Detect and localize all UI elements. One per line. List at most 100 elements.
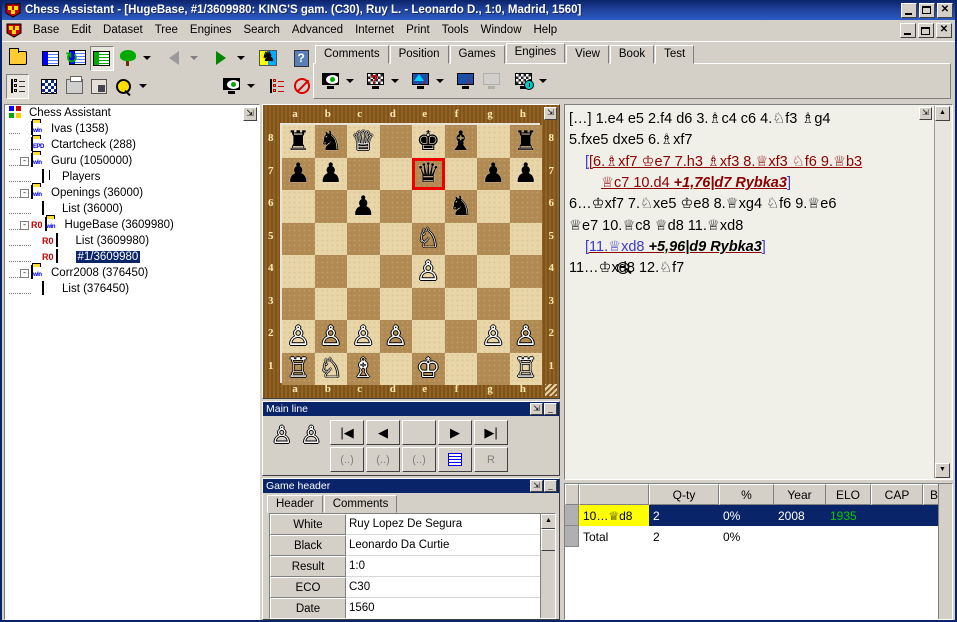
board-square-b7[interactable]: ♟ — [314, 157, 347, 190]
tab-book[interactable]: Book — [609, 45, 655, 64]
board-pin-button[interactable]: ⇲ — [544, 107, 557, 120]
game-header-key-white[interactable]: White — [270, 514, 346, 535]
board-square-a6[interactable] — [282, 190, 315, 223]
variation-button-1[interactable]: (..) — [330, 447, 365, 472]
board-square-h2[interactable]: ♙ — [509, 320, 542, 353]
previous-dropdown-arrow[interactable] — [188, 46, 200, 71]
board-square-d2[interactable]: ♙ — [379, 320, 412, 353]
save-button[interactable] — [87, 74, 110, 99]
board-square-h8[interactable]: ♜ — [509, 125, 542, 158]
game-header-value-black[interactable]: Leonardo Da Curtie — [346, 535, 540, 556]
menu-item-edit[interactable]: Edit — [65, 22, 97, 38]
board-square-f3[interactable] — [444, 287, 477, 320]
piece-N-e5[interactable]: ♘ — [416, 225, 440, 252]
analysis-monitor-button[interactable] — [220, 74, 243, 99]
board-square-g5[interactable] — [477, 222, 510, 255]
engine-download-button[interactable]: ↓ — [452, 69, 478, 94]
board-square-c3[interactable] — [347, 287, 380, 320]
board-square-d7[interactable] — [379, 157, 412, 190]
menu-item-tree[interactable]: Tree — [149, 22, 184, 38]
tree-dropdown-arrow[interactable] — [141, 46, 153, 71]
close-button[interactable]: ✕ — [937, 2, 953, 18]
engine-question-button[interactable]: ? — [362, 69, 388, 94]
board-setup-button[interactable] — [38, 74, 61, 99]
board-square-e5[interactable]: ♘ — [412, 222, 445, 255]
board-square-g8[interactable] — [477, 125, 510, 158]
board-square-e4[interactable]: ♙ — [412, 255, 445, 288]
tree-expander[interactable]: - — [20, 188, 29, 198]
notation-variation-1[interactable]: [[6.♗xf7 ♔e7 7.h3 ♗xf3 8.♕xf3 ♘f6 9.♕b3 … — [585, 152, 930, 195]
open-base-button[interactable] — [6, 46, 30, 71]
board-square-c8[interactable]: ♕ — [347, 125, 380, 158]
board-square-e7[interactable]: ♛ — [412, 157, 445, 190]
game-header-key-date[interactable]: Date — [270, 598, 346, 618]
board-square-g7[interactable]: ♟ — [477, 157, 510, 190]
variation-button-2[interactable]: (..) — [366, 447, 401, 472]
game-header-value-white[interactable]: Ruy Lopez De Segura — [346, 514, 540, 535]
search-button[interactable] — [112, 74, 135, 99]
menu-item-help[interactable]: Help — [528, 22, 564, 38]
board-square-b1[interactable]: ♘ — [314, 352, 347, 385]
board-square-e6[interactable] — [412, 190, 445, 223]
piece-P-h2[interactable]: ♙ — [514, 323, 538, 350]
board-square-a3[interactable] — [282, 287, 315, 320]
chess-board[interactable]: ♜ ♞ ♕ ♚ ♝ ♜ ♟ ♟ ♛ ♟ ♟ ♟ ♞ ♘ ♙ ♙ ♙ ♙ ♙ ♙ ♙ ♖ ♘ ♗ ♔ ♖ — [280, 123, 542, 385]
statistics-scrollbar[interactable] — [938, 484, 952, 619]
maximize-button[interactable] — [919, 2, 935, 18]
menu-item-advanced[interactable]: Advanced — [286, 22, 349, 38]
notation-panel[interactable]: ⇲ […] 1.e4 e5 2.f4 d6 3.♗c4 c6 4.♘f3 ♗g4… — [564, 104, 953, 480]
board-square-h7[interactable]: ♟ — [509, 157, 542, 190]
board-square-d1[interactable] — [379, 352, 412, 385]
board-square-h1[interactable]: ♖ — [509, 352, 542, 385]
pieces-button[interactable] — [256, 46, 280, 71]
board-square-h6[interactable] — [509, 190, 542, 223]
menu-item-window[interactable]: Window — [475, 22, 528, 38]
menu-item-search[interactable]: Search — [237, 22, 285, 38]
board-square-g6[interactable] — [477, 190, 510, 223]
board-square-d4[interactable] — [379, 255, 412, 288]
engine-time-button[interactable] — [510, 69, 536, 94]
tree-item-hugebase-3609980[interactable]: - R0 win HugeBase (3609980) — [5, 217, 259, 233]
board-square-h3[interactable] — [509, 287, 542, 320]
piece-n-b8[interactable]: ♞ — [319, 128, 343, 155]
board-square-a4[interactable] — [282, 255, 315, 288]
game-header-pin-button[interactable]: ⇲ — [530, 480, 543, 492]
board-square-a8[interactable]: ♜ — [282, 125, 315, 158]
tree-item-list-3609980[interactable]: R0 List (3609980) — [5, 233, 259, 249]
menu-item-dataset[interactable]: Dataset — [97, 22, 149, 38]
menu-item-tools[interactable]: Tools — [436, 22, 475, 38]
board-square-e8[interactable]: ♚ — [412, 125, 445, 158]
statistics-table-panel[interactable]: Q-ty% Year ELO CAP B( 10…♕d8 2 0% 2008 1935 Total… — [564, 483, 953, 620]
engine-blunder-dropdown-arrow[interactable] — [433, 69, 446, 94]
tree-expander[interactable]: - — [20, 156, 29, 166]
main-line-minimize-button[interactable]: _ — [544, 403, 557, 415]
board-square-c6[interactable]: ♟ — [347, 190, 380, 223]
tree-item-1-3609980[interactable]: R0 #1/3609980 — [5, 249, 259, 265]
piece-P-e4[interactable]: ♙ — [416, 258, 440, 285]
game-header-key-black[interactable]: Black — [270, 535, 346, 556]
statistics-header-year[interactable]: Year — [774, 484, 826, 505]
board-square-b6[interactable] — [314, 190, 347, 223]
board-square-b4[interactable] — [314, 255, 347, 288]
copy-button[interactable] — [63, 74, 86, 99]
piece-p-h7[interactable]: ♟ — [514, 160, 538, 187]
menu-item-base[interactable]: Base — [27, 22, 65, 38]
engine-blunder-check-button[interactable]: ↓ — [407, 69, 433, 94]
board-square-h5[interactable] — [509, 222, 542, 255]
statistics-header-qty[interactable]: Q-ty — [649, 484, 719, 505]
tree-pin-button[interactable]: ⇲ — [243, 107, 257, 121]
reset-button[interactable]: R — [474, 447, 509, 472]
board-square-e1[interactable]: ♔ — [412, 352, 445, 385]
tab-games[interactable]: Games — [449, 45, 505, 64]
piece-P-g2[interactable]: ♙ — [481, 323, 505, 350]
board-square-f1[interactable] — [444, 352, 477, 385]
table-view-button[interactable] — [90, 45, 114, 71]
piece-B-c1[interactable]: ♗ — [351, 355, 375, 382]
tree-expander[interactable]: - — [20, 220, 29, 230]
board-square-b3[interactable] — [314, 287, 347, 320]
tab-header[interactable]: Header — [267, 495, 323, 513]
tree-item-ivas-1358[interactable]: win Ivas (1358) — [5, 121, 259, 137]
engine-time-dropdown-arrow[interactable] — [536, 69, 549, 94]
engine-analysis-button[interactable] — [317, 69, 343, 94]
board-square-a5[interactable] — [282, 222, 315, 255]
